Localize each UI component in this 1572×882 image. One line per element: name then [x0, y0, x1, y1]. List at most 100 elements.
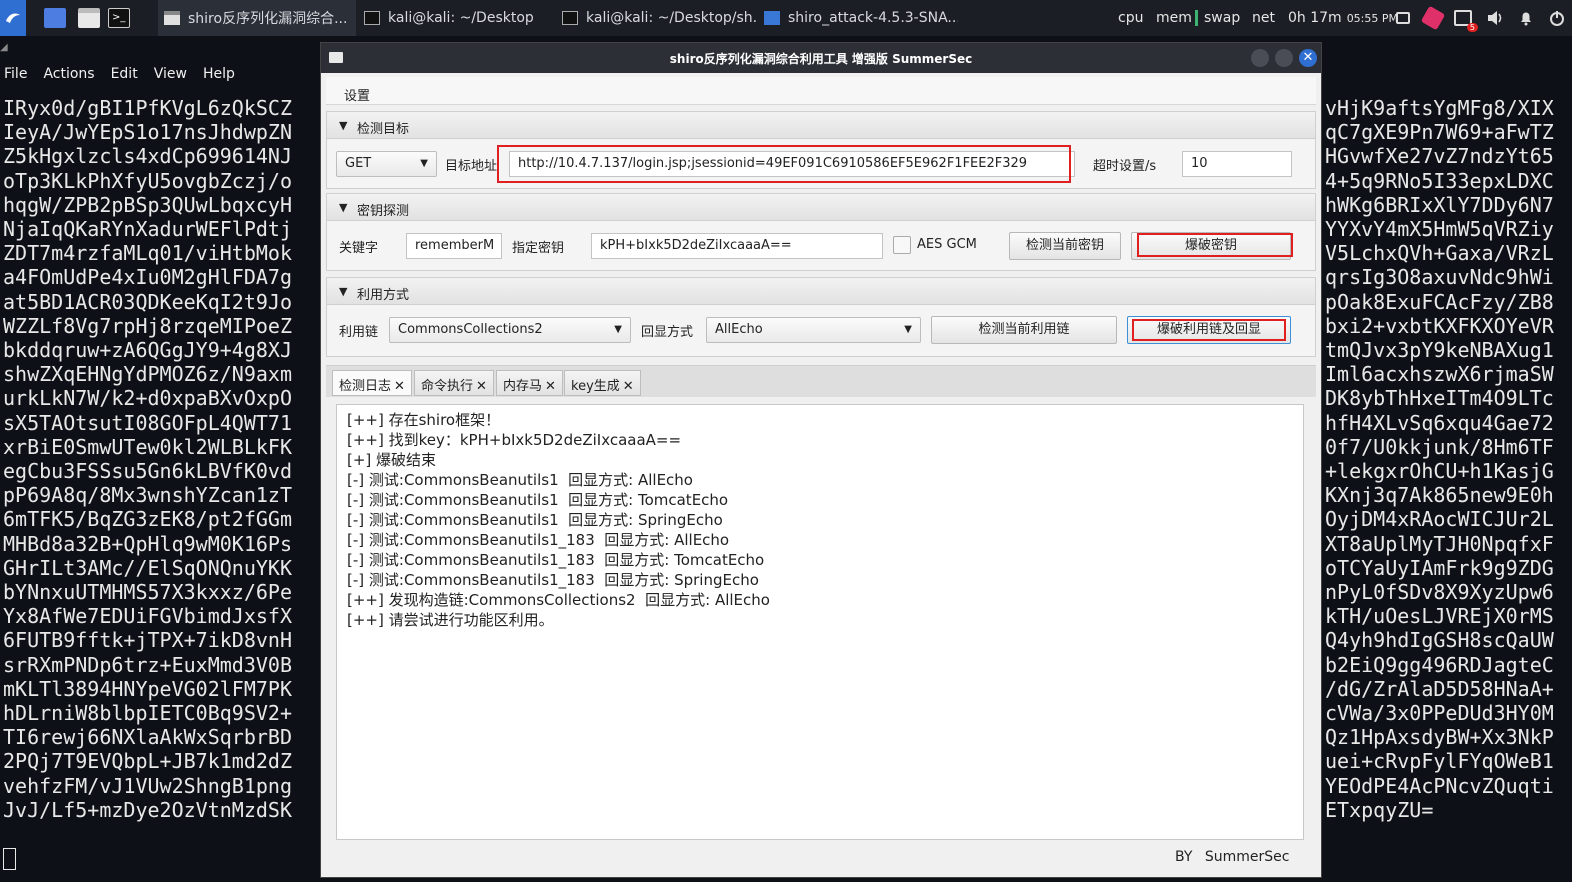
file-manager-icon[interactable]: [78, 0, 100, 36]
chain-select[interactable]: CommonsCollections2 ▼: [389, 317, 631, 343]
terminal-line: hWKg6BRIxXlY7DDy6N7: [1325, 192, 1554, 217]
app-menubar: 设置: [326, 77, 1316, 105]
swap-monitor[interactable]: swap: [1204, 0, 1240, 36]
close-tab-icon[interactable]: ✕: [394, 379, 405, 394]
echo-value: AllEcho: [715, 322, 763, 337]
terminal-menu-edit[interactable]: Edit: [111, 66, 138, 82]
detect-target-header[interactable]: ▼ 检测目标: [326, 111, 1316, 139]
close-tab-icon[interactable]: ✕: [623, 379, 634, 394]
terminal-line: ETxpqyZU=: [1325, 797, 1434, 822]
log-line: [-] 测试:CommonsBeanutils1_183 回显方式: AllEc…: [347, 531, 730, 549]
close-tab-icon[interactable]: ✕: [545, 379, 556, 394]
updates-icon[interactable]: 5: [1454, 0, 1478, 36]
terminal-line: at5BD1ACR03QDKeeKqI2t9Jo: [3, 289, 292, 314]
terminal-line: V5LchxQVh+Gaxa/VRzL: [1325, 241, 1554, 266]
cpu-monitor[interactable]: cpu: [1118, 0, 1143, 36]
terminal-line: DK8ybThHxeITm4O9LTc: [1325, 386, 1554, 411]
terminal-line: +lekgxrOhCU+h1KasjG: [1325, 459, 1554, 484]
target-url-input[interactable]: http://10.4.7.137/login.jsp;jsessionid=4…: [509, 151, 1075, 177]
brute-key-button[interactable]: 爆破密钥: [1131, 232, 1291, 260]
check-chain-button[interactable]: 检测当前利用链: [931, 316, 1117, 344]
echo-select[interactable]: AllEcho ▼: [706, 317, 921, 343]
folder-icon: [764, 11, 780, 25]
terminal-line: kTH/uOesLJVREjX0rMS: [1325, 604, 1554, 629]
terminal-line: tmQJvx3pY9keNBAXug1: [1325, 338, 1554, 363]
terminal-line: WZZLf8Vg7rpHj8rzqeMIPoeZ: [3, 313, 292, 338]
terminal-launcher-icon[interactable]: >_: [108, 0, 130, 36]
terminal-line: sX5TAOtsutI08GOFpL4QWT71: [3, 410, 292, 435]
brute-chain-button[interactable]: 爆破利用链及回显: [1127, 316, 1291, 344]
task-label: shiro_attack-4.5.3-SNA...: [788, 10, 958, 26]
task-shiro-tool[interactable]: shiro反序列化漏洞综合...: [158, 0, 356, 36]
mem-monitor[interactable]: mem: [1156, 0, 1198, 36]
terminal-line: urkLkN7W/k2+d0xpaBXvOxpO: [3, 386, 292, 411]
terminal-line: 2PQj7T9EVQbpL+JB7k1md2dZ: [3, 749, 292, 774]
terminal-icon: [562, 11, 578, 25]
section-title: 检测目标: [357, 122, 410, 137]
exploit-header[interactable]: ▼ 利用方式: [326, 277, 1316, 305]
terminal-line: MHBd8a32B+QpHlq9wM0K16Ps: [3, 531, 292, 556]
volume-icon[interactable]: [1486, 0, 1504, 36]
tab-bar: 检测日志 ✕ 命令执行 ✕ 内存马 ✕ key生成 ✕: [326, 365, 1316, 397]
terminal-line: XT8aUplMyTJH0NpqfxF: [1325, 531, 1554, 556]
minimize-button[interactable]: [1251, 49, 1269, 67]
notification-bell-icon[interactable]: [1518, 0, 1534, 36]
terminal-menu-file[interactable]: File: [4, 66, 27, 82]
terminal-line: 4+5q9RNo5I33epxLDXC: [1325, 168, 1554, 193]
terminal-line: hqgW/ZPB2pBSp3QUwLbqxcyH: [3, 192, 292, 217]
clock[interactable]: 0h 17m 05:55 PM: [1288, 0, 1398, 36]
power-icon[interactable]: [1548, 0, 1566, 36]
maximize-button[interactable]: [1275, 49, 1293, 67]
close-button[interactable]: ✕: [1299, 49, 1317, 67]
log-line: [++] 存在shiro框架！: [347, 411, 501, 429]
http-method-select[interactable]: GET ▼: [336, 151, 437, 177]
log-line: [+] 爆破结束: [347, 451, 437, 469]
terminal-menubar: ◢ File Actions Edit View Help: [0, 36, 320, 96]
task-folder-shiro-attack[interactable]: shiro_attack-4.5.3-SNA...: [758, 0, 958, 36]
tab-key-gen[interactable]: key生成 ✕: [564, 370, 641, 396]
log-line: [++] 找到key：kPH+bIxk5D2deZiIxcaaaA==: [347, 431, 682, 449]
terminal-line: srRXmPNDp6trz+EuxMmd3V0B: [3, 652, 292, 677]
footer-credit: BY SummerSec: [1175, 849, 1289, 865]
task-terminal-desktop[interactable]: kali@kali: ~/Desktop: [358, 0, 554, 36]
mem-label: mem: [1156, 10, 1192, 26]
net-monitor[interactable]: net: [1252, 0, 1275, 36]
terminal-line: mKLTl3894HNYpeVG02lFM7PK: [3, 676, 292, 701]
cpu-label: cpu: [1118, 10, 1144, 26]
tab-label: key生成: [571, 379, 620, 394]
tab-memshell[interactable]: 内存马 ✕: [496, 370, 563, 396]
terminal-line: 6mTFK5/BqZG3zEK8/pt2fGGm: [3, 507, 292, 532]
key-input[interactable]: kPH+bIxk5D2deZiIxcaaaA==: [591, 233, 883, 259]
tab-detect-log[interactable]: 检测日志 ✕: [332, 370, 412, 396]
keyword-input[interactable]: rememberM: [406, 233, 502, 259]
task-label: shiro反序列化漏洞综合...: [188, 11, 348, 27]
window-titlebar[interactable]: shiro反序列化漏洞综合利用工具 增强版 SummerSec ✕: [321, 43, 1321, 73]
terminal-icon: [364, 11, 380, 25]
log-output[interactable]: [++] 存在shiro框架！ [++] 找到key：kPH+bIxk5D2de…: [336, 404, 1304, 840]
timeout-input[interactable]: 10: [1182, 151, 1292, 177]
section-title: 利用方式: [357, 288, 410, 303]
task-terminal-shiro[interactable]: kali@kali: ~/Desktop/sh...: [556, 0, 756, 36]
terminal-menu-help[interactable]: Help: [203, 66, 235, 82]
aes-gcm-label: AES GCM: [917, 237, 977, 252]
key-probe-header[interactable]: ▼ 密钥探测: [326, 193, 1316, 221]
terminal-menu-view[interactable]: View: [154, 66, 187, 82]
check-key-button[interactable]: 检测当前密钥: [1009, 232, 1121, 260]
kali-dragon-icon: [6, 13, 20, 23]
terminal-line: egCbu3FSSsu5Gn6kLBVfK0vd: [3, 459, 292, 484]
exploit-panel: 利用链 CommonsCollections2 ▼ 回显方式 AllEcho ▼…: [326, 305, 1316, 357]
task-label: kali@kali: ~/Desktop: [388, 10, 534, 26]
close-tab-icon[interactable]: ✕: [476, 379, 487, 394]
workspace-switcher-icon[interactable]: [44, 0, 66, 36]
timeout-label: 超时设置/s: [1093, 159, 1157, 174]
kali-menu-button[interactable]: [0, 0, 26, 36]
terminal-menu-actions[interactable]: Actions: [43, 66, 94, 82]
aes-gcm-checkbox[interactable]: [893, 236, 911, 254]
terminal-line: qrsIg3O8axuvNdc9hWi: [1325, 265, 1554, 290]
app-store-icon[interactable]: [1420, 0, 1446, 36]
footer-by: BY: [1175, 849, 1193, 865]
terminal-line: nPyL0fSDv8X9XyzUpw6: [1325, 580, 1554, 605]
menu-settings[interactable]: 设置: [344, 85, 370, 104]
tab-command-exec[interactable]: 命令执行 ✕: [414, 370, 494, 396]
display-icon[interactable]: [1396, 0, 1410, 36]
